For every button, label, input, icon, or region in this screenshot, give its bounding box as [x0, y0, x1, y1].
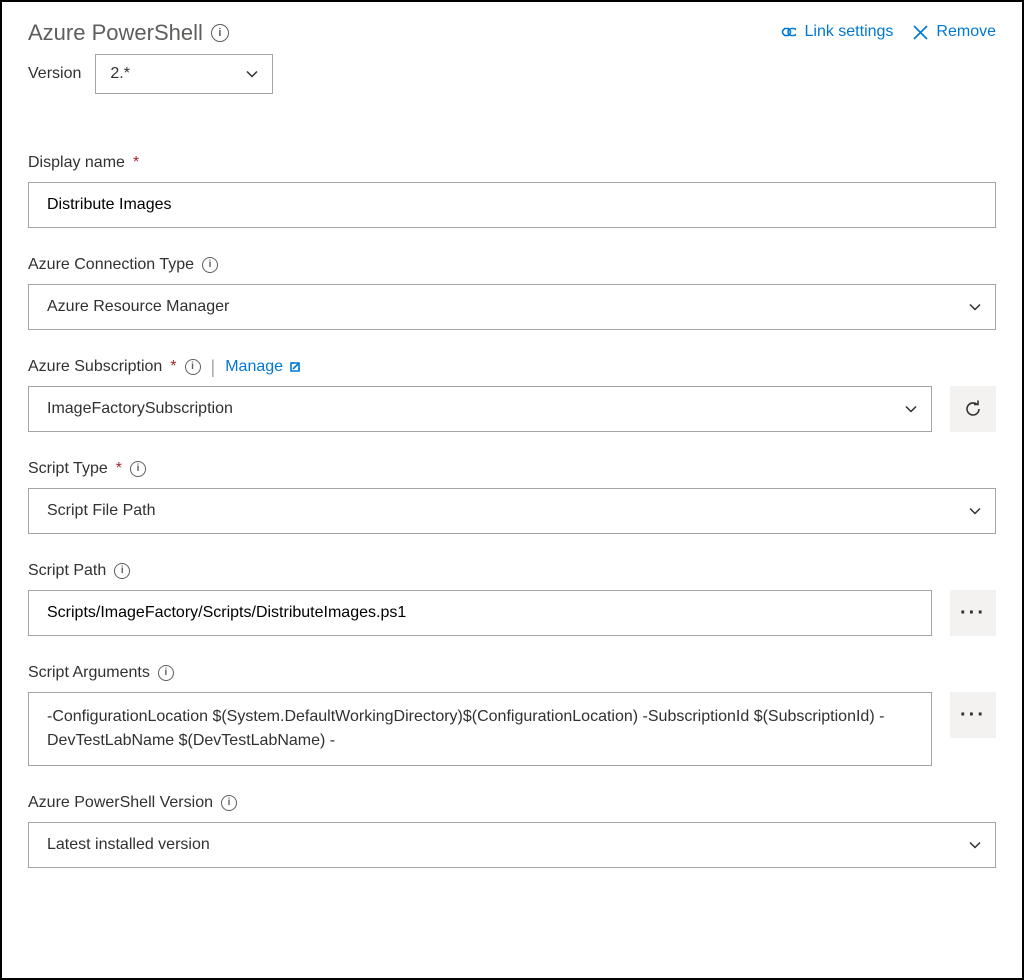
chevron-down-icon — [905, 403, 917, 415]
script-type-value: Script File Path — [47, 502, 155, 520]
ps-version-label-row: Azure PowerShell Version i — [28, 794, 996, 812]
panel-header: Azure PowerShell i Link settings — [28, 20, 996, 46]
ellipsis-icon: ··· — [960, 608, 986, 618]
header-left: Azure PowerShell i — [28, 20, 229, 46]
info-icon[interactable]: i — [185, 359, 201, 375]
browse-button[interactable]: ··· — [950, 692, 996, 738]
connection-type-label: Azure Connection Type — [28, 256, 194, 274]
info-icon[interactable]: i — [158, 665, 174, 681]
script-path-label: Script Path — [28, 562, 106, 580]
required-star-icon: * — [116, 460, 122, 478]
display-name-field: Display name * — [28, 154, 996, 228]
subscription-input-row: ImageFactorySubscription — [28, 386, 996, 432]
info-icon[interactable]: i — [130, 461, 146, 477]
close-icon — [913, 25, 928, 40]
chevron-down-icon — [969, 839, 981, 851]
info-icon[interactable]: i — [202, 257, 218, 273]
display-name-label: Display name — [28, 154, 125, 172]
connection-type-field: Azure Connection Type i Azure Resource M… — [28, 256, 996, 330]
manage-label: Manage — [225, 358, 283, 376]
ps-version-label: Azure PowerShell Version — [28, 794, 213, 812]
link-settings-label: Link settings — [804, 23, 893, 41]
script-type-label: Script Type — [28, 460, 108, 478]
script-args-label-row: Script Arguments i — [28, 664, 996, 682]
script-args-field: Script Arguments i -ConfigurationLocatio… — [28, 664, 996, 766]
browse-button[interactable]: ··· — [950, 590, 996, 636]
refresh-button[interactable] — [950, 386, 996, 432]
external-link-icon — [289, 361, 301, 373]
subscription-label-row: Azure Subscription * i | Manage — [28, 358, 996, 376]
ps-version-select[interactable]: Latest installed version — [28, 822, 996, 868]
script-type-select[interactable]: Script File Path — [28, 488, 996, 534]
script-args-input[interactable]: -ConfigurationLocation $(System.DefaultW… — [28, 692, 932, 766]
subscription-field: Azure Subscription * i | Manage ImageFac… — [28, 358, 996, 432]
connection-type-select[interactable]: Azure Resource Manager — [28, 284, 996, 330]
display-name-label-row: Display name * — [28, 154, 996, 172]
display-name-input[interactable] — [28, 182, 996, 228]
remove-label: Remove — [936, 23, 996, 41]
script-args-label: Script Arguments — [28, 664, 150, 682]
script-path-label-row: Script Path i — [28, 562, 996, 580]
script-args-input-row: -ConfigurationLocation $(System.DefaultW… — [28, 692, 996, 766]
chevron-down-icon — [969, 301, 981, 313]
version-label: Version — [28, 65, 81, 83]
subscription-value: ImageFactorySubscription — [47, 400, 233, 418]
connection-type-value: Azure Resource Manager — [47, 298, 229, 316]
header-actions: Link settings Remove — [778, 23, 996, 41]
refresh-icon — [963, 399, 983, 419]
info-icon[interactable]: i — [114, 563, 130, 579]
separator: | — [211, 358, 216, 376]
script-path-field: Script Path i ··· — [28, 562, 996, 636]
version-value: 2.* — [110, 65, 130, 83]
ellipsis-icon: ··· — [960, 710, 986, 720]
version-select[interactable]: 2.* — [95, 54, 273, 94]
script-path-input-row: ··· — [28, 590, 996, 636]
ps-version-field: Azure PowerShell Version i Latest instal… — [28, 794, 996, 868]
script-path-input[interactable] — [28, 590, 932, 636]
link-icon — [778, 24, 796, 40]
script-type-label-row: Script Type * i — [28, 460, 996, 478]
required-star-icon: * — [170, 358, 176, 376]
required-star-icon: * — [133, 154, 139, 172]
connection-type-label-row: Azure Connection Type i — [28, 256, 996, 274]
subscription-select[interactable]: ImageFactorySubscription — [28, 386, 932, 432]
manage-link[interactable]: Manage — [225, 358, 301, 376]
ps-version-value: Latest installed version — [47, 836, 210, 854]
remove-button[interactable]: Remove — [913, 23, 996, 41]
page-title: Azure PowerShell — [28, 20, 203, 46]
chevron-down-icon — [969, 505, 981, 517]
chevron-down-icon — [246, 68, 258, 80]
script-type-field: Script Type * i Script File Path — [28, 460, 996, 534]
task-settings-panel: Azure PowerShell i Link settings — [0, 0, 1024, 980]
version-row: Version 2.* — [28, 54, 996, 94]
info-icon[interactable]: i — [221, 795, 237, 811]
info-icon[interactable]: i — [211, 24, 229, 42]
subscription-label: Azure Subscription — [28, 358, 162, 376]
link-settings-button[interactable]: Link settings — [778, 23, 893, 41]
